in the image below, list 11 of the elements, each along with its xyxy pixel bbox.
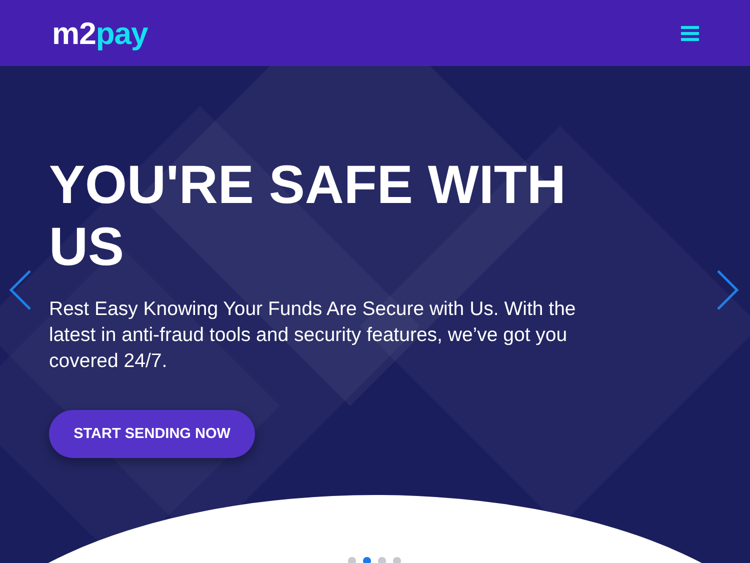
start-sending-button[interactable]: START SENDING NOW [49,410,255,458]
chevron-left-icon[interactable] [8,269,32,311]
menu-icon[interactable] [681,25,699,41]
hero-description: Rest Easy Knowing Your Funds Are Secure with Us. With the latest in anti-fraud tools and security features, we’ve got you covered 24/7. [49,297,577,374]
chevron-right-icon[interactable] [716,269,740,311]
slide-dot[interactable] [378,557,386,563]
slide-dot[interactable] [348,557,356,563]
m2pay-logo[interactable]: m2pay [52,18,148,48]
slide-dot[interactable] [393,557,401,563]
slide-dot[interactable] [363,557,371,563]
hero-title: YOU'RE SAFE WITH US [49,154,567,278]
